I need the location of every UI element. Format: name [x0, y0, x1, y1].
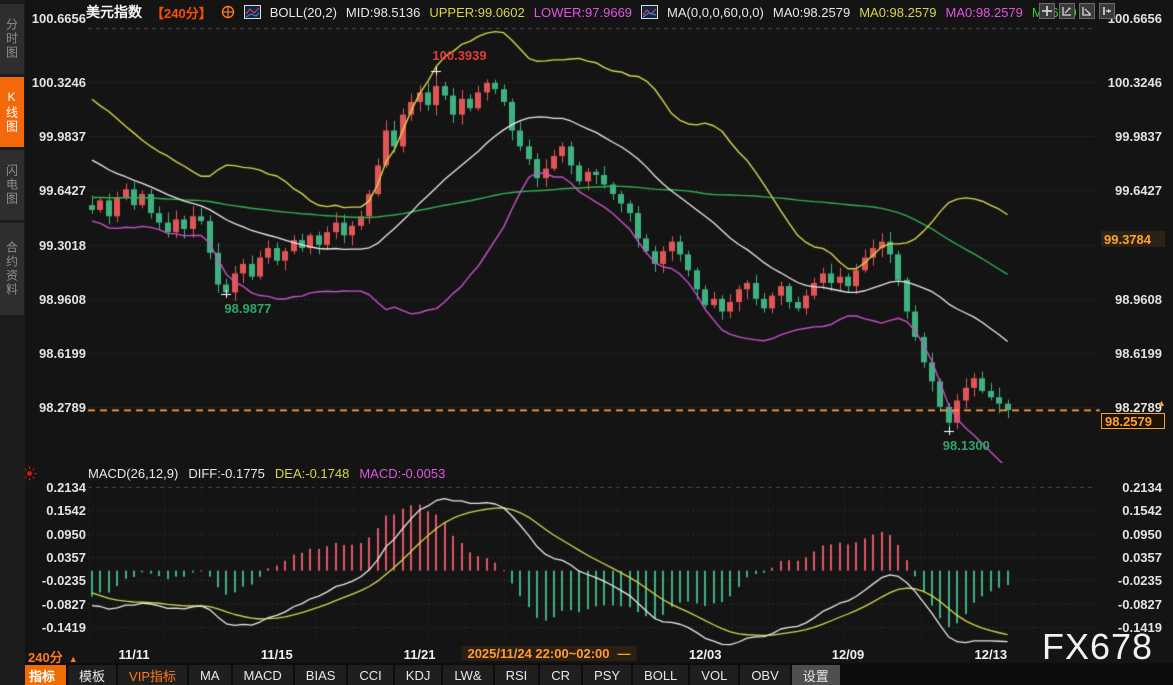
indicator-toolbar: 指标 模板 VIP指标 MA MACD BIAS CCI KDJ LW& RSI… [18, 665, 840, 685]
axis-tick-label: 100.6656 [32, 11, 86, 26]
axis-scale-right-icon[interactable] [1079, 3, 1095, 19]
macd-header: MACD(26,12,9) DIFF:-0.1775 DEA:-0.1748 M… [88, 466, 445, 481]
axis-tick-label: -0.0235 [1118, 573, 1162, 588]
macd-axis-right: 0.21340.15420.09500.0357-0.0235-0.0827-0… [1102, 470, 1166, 650]
toolbar-btn-cr[interactable]: CR [540, 665, 581, 685]
toolbar-btn-ma[interactable]: MA [189, 665, 231, 685]
time-axis-row: 240分▲ 11/11 11/15 11/21 12/03 12/09 12/13 202… [0, 647, 1173, 664]
axis-tick-label: 0.1542 [1122, 503, 1162, 518]
toolbar-btn-cci[interactable]: CCI [348, 665, 392, 685]
chart-header: 美元指数 【240分】 BOLL(20,2) MID:98.5136 UPPER… [86, 3, 1077, 21]
pan-right-icon[interactable] [1099, 3, 1115, 19]
axis-tick-label: 99.9837 [39, 129, 86, 144]
axis-tick-label: 0.0950 [46, 527, 86, 542]
axis-tick-label: 99.6427 [1115, 183, 1162, 198]
toolbar-btn-obv[interactable]: OBV [740, 665, 789, 685]
boll-upper-value: UPPER:99.0602 [429, 5, 524, 20]
axis-tick-label: 99.9837 [1115, 129, 1162, 144]
last-price-badge: 98.2579 [1101, 413, 1165, 429]
toolbar-btn-vol[interactable]: VOL [690, 665, 738, 685]
axis-tick-label: 98.2789 [39, 400, 86, 415]
date-label: 11/15 [261, 647, 293, 662]
price-scale-arrow-icon[interactable]: ▲ [1157, 399, 1166, 407]
crosshair-circle-icon[interactable] [221, 5, 235, 19]
main-price-axis-left: 100.6656100.324699.983799.642799.301898.… [38, 0, 86, 460]
toolbar-btn-bias[interactable]: BIAS [295, 665, 347, 685]
axis-tick-label: 99.3018 [39, 238, 86, 253]
main-price-axis-right: 100.6656 100.3246 99.9837 99.6427 98.9608 98.… [1102, 0, 1166, 460]
period-arrow-icon: ▲ [69, 654, 78, 664]
sidebar-tab-contract-info[interactable]: 合约资料 [0, 223, 24, 315]
axis-tick-label: 98.6199 [1115, 346, 1162, 361]
period-label: 【240分】 [151, 3, 212, 22]
axis-tick-label: 100.3246 [32, 75, 86, 90]
macd-axis-left: 0.2134 0.1542 0.0950 0.0357 -0.0235 -0.0827 -0… [38, 470, 86, 650]
ma0-white-value: MA0:98.2579 [773, 5, 850, 20]
high-price-annotation: 100.3939 [432, 48, 486, 63]
settle-price-badge: 99.3784 [1101, 231, 1165, 247]
crosshair-move-icon[interactable] [1039, 3, 1055, 19]
toolbar-btn-template[interactable]: 模板 [68, 665, 116, 685]
ma0-yellow-value: MA0:98.2579 [859, 5, 936, 20]
axis-scale-left-icon[interactable] [1059, 3, 1075, 19]
date-label: 11/21 [404, 647, 436, 662]
cursor-dash: — [618, 646, 631, 661]
price-chart-canvas[interactable] [25, 0, 1173, 663]
axis-tick-label: -0.0827 [1118, 597, 1162, 612]
date-label: 12/09 [832, 647, 865, 662]
date-label: 12/03 [689, 647, 722, 662]
axis-tick-label: 98.9608 [1115, 292, 1162, 307]
axis-tick-label: 100.3246 [1108, 75, 1162, 90]
toolbar-btn-macd[interactable]: MACD [233, 665, 293, 685]
axis-tick-label: 0.0950 [1122, 527, 1162, 542]
symbol-title: 美元指数 [86, 2, 142, 22]
period-selector[interactable]: 240分▲ [28, 647, 78, 666]
ma-indicator-icon[interactable] [641, 5, 658, 19]
axis-tick-label: 0.2134 [46, 480, 86, 495]
sidebar-tab-timeline[interactable]: 分时图 [0, 4, 24, 74]
axis-tick-label: 0.0357 [1122, 550, 1162, 565]
boll-lower-value: LOWER:97.9669 [534, 5, 632, 20]
macd-name: MACD(26,12,9) [88, 466, 178, 481]
axis-tick-label: 100.6656 [1108, 11, 1162, 26]
toolbar-btn-indicator[interactable]: 指标 [18, 665, 66, 685]
fx678-watermark: FX678 [1042, 626, 1153, 668]
date-label: 11/11 [118, 647, 149, 662]
axis-tick-label: 99.6427 [39, 183, 86, 198]
axis-tick-label: -0.0235 [42, 573, 86, 588]
boll-name: BOLL(20,2) [270, 5, 337, 20]
boll-mid-value: MID:98.5136 [346, 5, 420, 20]
chart-toolbar-icons [1039, 3, 1115, 19]
axis-tick-label: -0.0827 [42, 597, 86, 612]
macd-macd-value: MACD:-0.0053 [359, 466, 445, 481]
low-price-annotation-1: 98.9877 [224, 301, 271, 316]
sidebar-tab-candlestick[interactable]: K线图 [0, 77, 24, 147]
toolbar-btn-vip-indicator[interactable]: VIP指标 [118, 665, 187, 685]
axis-tick-label: 0.2134 [1122, 480, 1162, 495]
cursor-time-label: 2025/11/24 22:00~02:00— [461, 646, 636, 661]
macd-dea-value: DEA:-0.1748 [275, 466, 349, 481]
toolbar-btn-lw[interactable]: LW& [443, 665, 492, 685]
toolbar-btn-psy[interactable]: PSY [583, 665, 631, 685]
low-price-annotation-2: 98.1300 [943, 438, 990, 453]
axis-tick-label: 0.0357 [46, 550, 86, 565]
left-sidebar: 分时图 K线图 闪电图 合约资料 [0, 0, 25, 685]
axis-tick-label: 98.6199 [39, 346, 86, 361]
ma0-magenta-value: MA0:98.2579 [946, 5, 1023, 20]
boll-indicator-icon[interactable] [244, 5, 261, 19]
axis-tick-label: 0.1542 [46, 503, 86, 518]
axis-tick-label: -0.1419 [42, 620, 86, 635]
sidebar-tab-lightning[interactable]: 闪电图 [0, 150, 24, 220]
toolbar-btn-rsi[interactable]: RSI [495, 665, 539, 685]
ma-name: MA(0,0,0,60,0,0) [667, 5, 764, 20]
macd-diff-value: DIFF:-0.1775 [188, 466, 265, 481]
toolbar-btn-settings[interactable]: 设置 [792, 665, 840, 685]
toolbar-btn-boll[interactable]: BOLL [633, 665, 688, 685]
axis-tick-label: 98.9608 [39, 292, 86, 307]
toolbar-btn-kdj[interactable]: KDJ [395, 665, 442, 685]
date-label: 12/13 [975, 647, 1008, 662]
